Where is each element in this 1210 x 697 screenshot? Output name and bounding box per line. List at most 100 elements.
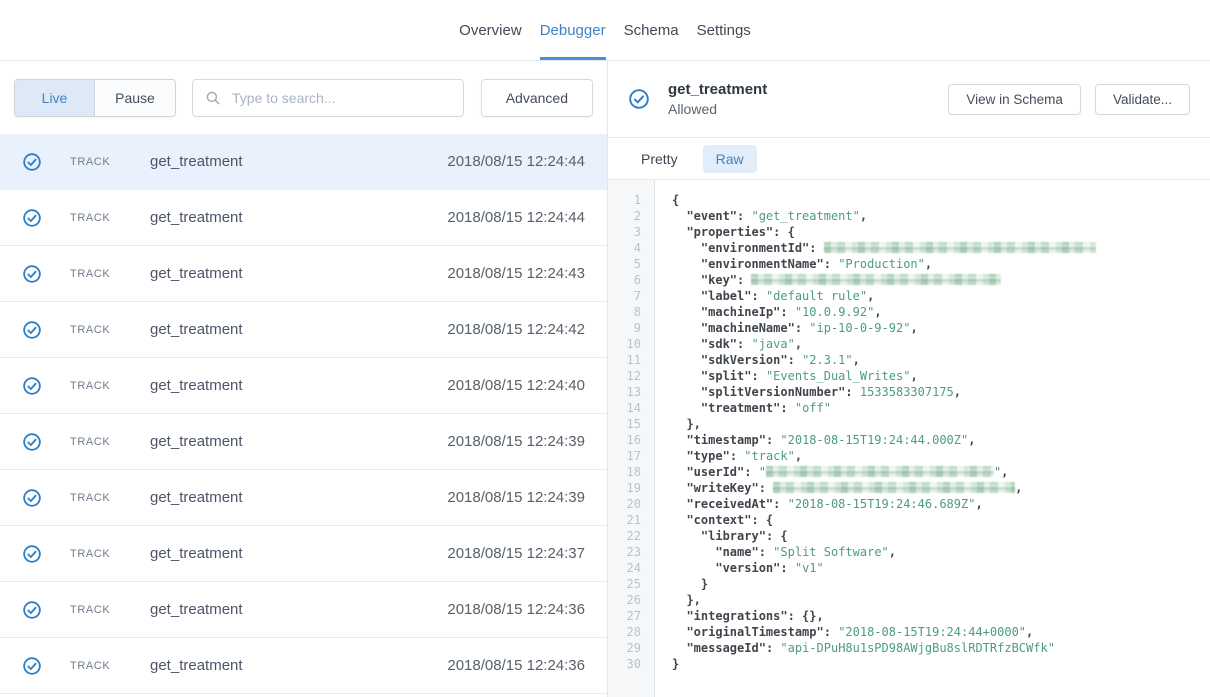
event-row[interactable]: TRACK get_treatment 2018/08/15 12:24:43 xyxy=(0,246,607,302)
code-line: "receivedAt": "2018-08-15T19:24:46.689Z"… xyxy=(672,496,1210,512)
status-badge: Allowed xyxy=(668,101,767,117)
event-time: 2018/08/15 12:24:40 xyxy=(447,377,585,394)
event-type-label: TRACK xyxy=(70,324,150,336)
validate-button[interactable]: Validate... xyxy=(1095,84,1190,115)
tab-settings[interactable]: Settings xyxy=(697,0,751,60)
line-number: 13 xyxy=(608,384,641,400)
event-title: get_treatment xyxy=(668,81,767,98)
line-number: 11 xyxy=(608,352,641,368)
line-number: 8 xyxy=(608,304,641,320)
check-circle-icon xyxy=(22,264,42,284)
tab-schema[interactable]: Schema xyxy=(624,0,679,60)
code-line: "sdk": "java", xyxy=(672,336,1210,352)
tab-raw[interactable]: Raw xyxy=(703,145,757,173)
event-type-label: TRACK xyxy=(70,492,150,504)
event-row[interactable]: TRACK get_treatment 2018/08/15 12:24:44 xyxy=(0,134,607,190)
event-row[interactable]: TRACK get_treatment 2018/08/15 12:24:42 xyxy=(0,302,607,358)
debugger-app: Overview Debugger Schema Settings Live P… xyxy=(0,0,1210,697)
code-line: "context": { xyxy=(672,512,1210,528)
event-time: 2018/08/15 12:24:42 xyxy=(447,321,585,338)
json-code: { "event": "get_treatment", "properties"… xyxy=(655,180,1210,697)
line-number: 20 xyxy=(608,496,641,512)
event-name: get_treatment xyxy=(150,657,243,674)
line-number: 4 xyxy=(608,240,641,256)
code-line: "treatment": "off" xyxy=(672,400,1210,416)
line-number: 28 xyxy=(608,624,641,640)
code-line: "machineName": "ip-10-0-9-92", xyxy=(672,320,1210,336)
line-number: 3 xyxy=(608,224,641,240)
event-detail-panel: get_treatment Allowed View in Schema Val… xyxy=(608,61,1210,697)
detail-actions: View in Schema Validate... xyxy=(948,84,1190,115)
stream-toolbar: Live Pause Advanced xyxy=(0,61,607,134)
event-row[interactable]: TRACK get_treatment 2018/08/15 12:24:36 xyxy=(0,638,607,694)
line-number: 6 xyxy=(608,272,641,288)
event-row[interactable]: TRACK get_treatment 2018/08/15 12:24:44 xyxy=(0,190,607,246)
code-line: } xyxy=(672,576,1210,592)
payload-view-tabs: Pretty Raw xyxy=(608,138,1210,180)
line-number: 30 xyxy=(608,656,641,672)
code-line: "machineIp": "10.0.9.92", xyxy=(672,304,1210,320)
code-line: "sdkVersion": "2.3.1", xyxy=(672,352,1210,368)
line-number: 22 xyxy=(608,528,641,544)
event-name: get_treatment xyxy=(150,321,243,338)
code-line: "messageId": "api-DPuH8u1sPD98AWjgBu8slR… xyxy=(672,640,1210,656)
line-number: 2 xyxy=(608,208,641,224)
event-time: 2018/08/15 12:24:36 xyxy=(447,657,585,674)
line-number: 15 xyxy=(608,416,641,432)
line-number: 26 xyxy=(608,592,641,608)
event-type-label: TRACK xyxy=(70,268,150,280)
redacted-value xyxy=(751,274,1001,285)
code-line: "originalTimestamp": "2018-08-15T19:24:4… xyxy=(672,624,1210,640)
check-circle-icon xyxy=(22,544,42,564)
tab-debugger[interactable]: Debugger xyxy=(540,0,606,60)
event-time: 2018/08/15 12:24:39 xyxy=(447,489,585,506)
code-line: "timestamp": "2018-08-15T19:24:44.000Z", xyxy=(672,432,1210,448)
event-time: 2018/08/15 12:24:44 xyxy=(447,153,585,170)
event-row[interactable]: TRACK get_treatment 2018/08/15 12:24:37 xyxy=(0,526,607,582)
code-line: "splitVersionNumber": 1533583307175, xyxy=(672,384,1210,400)
line-number: 21 xyxy=(608,512,641,528)
line-number: 29 xyxy=(608,640,641,656)
code-line: } xyxy=(672,656,1210,672)
line-number: 16 xyxy=(608,432,641,448)
search-box[interactable] xyxy=(192,79,464,117)
advanced-button[interactable]: Advanced xyxy=(481,79,593,117)
event-name: get_treatment xyxy=(150,545,243,562)
line-number: 19 xyxy=(608,480,641,496)
code-line: }, xyxy=(672,592,1210,608)
check-circle-icon xyxy=(22,488,42,508)
live-button[interactable]: Live xyxy=(15,80,95,116)
search-icon xyxy=(205,90,230,106)
tab-pretty[interactable]: Pretty xyxy=(628,145,691,173)
code-line: "environmentName": "Production", xyxy=(672,256,1210,272)
event-row[interactable]: TRACK get_treatment 2018/08/15 12:24:39 xyxy=(0,470,607,526)
view-in-schema-button[interactable]: View in Schema xyxy=(948,84,1081,115)
event-row[interactable]: TRACK get_treatment 2018/08/15 12:24:40 xyxy=(0,358,607,414)
event-name: get_treatment xyxy=(150,265,243,282)
line-number: 24 xyxy=(608,560,641,576)
code-line: "split": "Events_Dual_Writes", xyxy=(672,368,1210,384)
check-circle-icon xyxy=(628,88,650,110)
pause-button[interactable]: Pause xyxy=(95,80,175,116)
code-line: "userId": "", xyxy=(672,464,1210,480)
event-type-label: TRACK xyxy=(70,156,150,168)
event-time: 2018/08/15 12:24:36 xyxy=(447,601,585,618)
redacted-value xyxy=(773,482,1015,493)
tab-overview[interactable]: Overview xyxy=(459,0,522,60)
check-circle-icon xyxy=(22,208,42,228)
code-line: "version": "v1" xyxy=(672,560,1210,576)
check-circle-icon xyxy=(22,656,42,676)
line-number: 27 xyxy=(608,608,641,624)
event-type-label: TRACK xyxy=(70,660,150,672)
event-type-label: TRACK xyxy=(70,604,150,616)
event-name: get_treatment xyxy=(150,153,243,170)
line-number: 18 xyxy=(608,464,641,480)
event-row[interactable]: TRACK get_treatment 2018/08/15 12:24:36 xyxy=(0,582,607,638)
check-circle-icon xyxy=(22,152,42,172)
check-circle-icon xyxy=(22,600,42,620)
event-row[interactable]: TRACK get_treatment 2018/08/15 12:24:39 xyxy=(0,414,607,470)
event-list: TRACK get_treatment 2018/08/15 12:24:44 … xyxy=(0,134,607,697)
code-line: "library": { xyxy=(672,528,1210,544)
search-input[interactable] xyxy=(230,89,451,107)
event-name: get_treatment xyxy=(150,433,243,450)
